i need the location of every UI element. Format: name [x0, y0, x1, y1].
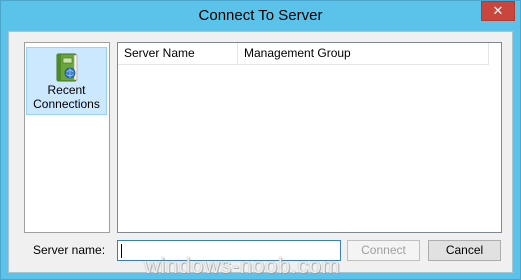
- title-bar[interactable]: Connect To Server ✕: [1, 1, 520, 31]
- list-header: Server Name Management Group: [118, 43, 489, 65]
- close-icon: ✕: [492, 3, 504, 18]
- server-name-label: Server name:: [33, 243, 106, 257]
- sidebar: Recent Connections: [24, 42, 110, 233]
- sidebar-item-recent-connections[interactable]: Recent Connections: [26, 47, 107, 115]
- sidebar-item-label: Recent Connections: [33, 83, 100, 111]
- text-caret: [121, 244, 122, 258]
- cancel-button[interactable]: Cancel: [428, 240, 501, 261]
- server-list[interactable]: Server Name Management Group: [117, 42, 502, 233]
- watermark: windows-noob.com: [144, 253, 341, 278]
- book-icon: [56, 53, 78, 82]
- close-button[interactable]: ✕: [481, 1, 515, 21]
- dialog-body: Recent Connections Server Name Managemen…: [8, 31, 513, 273]
- connect-button[interactable]: Connect: [347, 240, 420, 261]
- window-title: Connect To Server: [198, 7, 323, 24]
- connect-to-server-window: Connect To Server ✕ Recent Connections S: [0, 0, 521, 280]
- column-header-server-name[interactable]: Server Name: [118, 43, 238, 64]
- column-header-management-group[interactable]: Management Group: [238, 43, 489, 64]
